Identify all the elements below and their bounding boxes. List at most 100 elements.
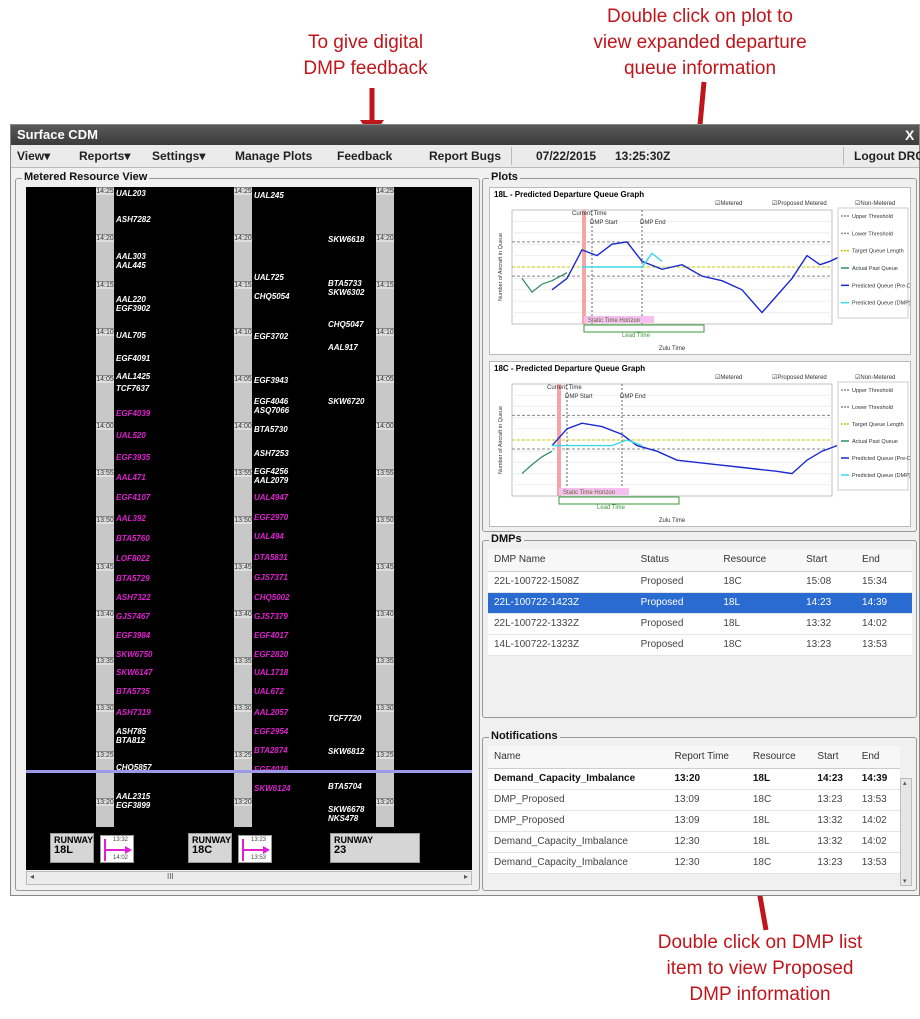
- timeline-canvas[interactable]: 14:25 14:20 14:15 14:10 14:05 14:00 13:55 13:50…: [26, 187, 472, 870]
- scroll-down-icon[interactable]: ▾: [903, 877, 907, 885]
- dmp-row-selected[interactable]: 22L-100722-1423Z Proposed 18L 14:23 14:39: [488, 592, 912, 614]
- flight-callsign[interactable]: AAL303: [116, 252, 146, 261]
- flight-callsign[interactable]: AAL445: [116, 261, 146, 270]
- column-header[interactable]: Resource: [746, 746, 812, 769]
- flight-callsign[interactable]: AAL392: [116, 514, 146, 523]
- dmp-window-indicator[interactable]: 13:23 13:53: [238, 835, 272, 863]
- menu-reports[interactable]: Reports▾: [79, 149, 130, 163]
- flight-callsign[interactable]: UAL203: [116, 189, 146, 198]
- flight-callsign[interactable]: UAL520: [116, 431, 146, 440]
- menu-settings[interactable]: Settings▾: [152, 149, 205, 163]
- column-header[interactable]: Status: [634, 549, 718, 572]
- flight-callsign[interactable]: ASQ7066: [254, 406, 289, 415]
- feedback-button[interactable]: Feedback: [337, 149, 392, 163]
- flight-callsign[interactable]: EGF4107: [116, 493, 150, 502]
- menu-view[interactable]: View▾: [17, 149, 50, 163]
- scroll-up-icon[interactable]: ▴: [903, 779, 907, 787]
- runway-label[interactable]: RUNWAY 18L: [50, 833, 94, 863]
- flight-callsign[interactable]: BTA5730: [254, 425, 288, 434]
- plot-18l[interactable]: 18L - Predicted Departure Queue Graph ☑M…: [489, 187, 911, 355]
- flight-callsign[interactable]: EGF2954: [254, 727, 288, 736]
- column-header[interactable]: Report Time: [668, 746, 747, 769]
- flight-callsign[interactable]: AAL1425: [116, 372, 150, 381]
- plot-18c[interactable]: 18C - Predicted Departure Queue Graph ☑M…: [489, 361, 911, 527]
- flight-callsign[interactable]: UAL4947: [254, 493, 288, 502]
- flight-callsign[interactable]: AAL220: [116, 295, 146, 304]
- flight-callsign[interactable]: EGF3902: [116, 304, 150, 313]
- flight-callsign[interactable]: TCF7720: [328, 714, 361, 723]
- flight-callsign[interactable]: EGF4256: [254, 467, 288, 476]
- flight-callsign[interactable]: EGF4039: [116, 409, 150, 418]
- flight-callsign[interactable]: UAL1718: [254, 668, 288, 677]
- column-header[interactable]: End: [855, 746, 900, 769]
- scroll-right-icon[interactable]: ▸: [464, 872, 468, 881]
- flight-callsign[interactable]: EGF3899: [116, 801, 150, 810]
- flight-callsign[interactable]: EGF2970: [254, 513, 288, 522]
- dmp-row[interactable]: 14L-100722-1323Z Proposed 18C 13:23 13:53: [488, 634, 912, 656]
- flight-callsign[interactable]: EGF3935: [116, 453, 150, 462]
- flight-callsign[interactable]: SKW6618: [328, 235, 364, 244]
- notification-row[interactable]: DMP_Proposed 13:09 18C 13:23 13:53: [488, 789, 900, 811]
- flight-callsign[interactable]: CHQ5047: [328, 320, 364, 329]
- flight-callsign[interactable]: EGF3702: [254, 332, 288, 341]
- runway-label[interactable]: RUNWAY 23: [330, 833, 420, 863]
- flight-callsign[interactable]: SKW6812: [328, 747, 364, 756]
- flight-callsign[interactable]: GJS7467: [116, 612, 150, 621]
- manage-plots-button[interactable]: Manage Plots: [235, 149, 312, 163]
- dmp-window-indicator[interactable]: 13:32 14:02: [100, 835, 134, 863]
- flight-callsign[interactable]: UAL245: [254, 191, 284, 200]
- column-header[interactable]: Start: [811, 746, 856, 769]
- flight-callsign[interactable]: EGF2820: [254, 650, 288, 659]
- flight-callsign[interactable]: BTA5704: [328, 782, 362, 791]
- column-header[interactable]: Name: [488, 746, 669, 769]
- flight-callsign[interactable]: SKW6302: [328, 288, 364, 297]
- flight-callsign[interactable]: TCF7637: [116, 384, 149, 393]
- flight-callsign[interactable]: SKW6147: [116, 668, 152, 677]
- flight-callsign[interactable]: ASH7319: [116, 708, 151, 717]
- flight-callsign[interactable]: SKW6678: [328, 805, 364, 814]
- column-header[interactable]: DMP Name: [488, 549, 635, 572]
- flight-callsign[interactable]: EGF4017: [254, 631, 288, 640]
- report-bugs-button[interactable]: Report Bugs: [429, 149, 501, 163]
- flight-callsign[interactable]: GJS7371: [254, 573, 288, 582]
- flight-callsign[interactable]: SKW6124: [254, 784, 290, 793]
- dmp-row[interactable]: 22L-100722-1332Z Proposed 18L 13:32 14:02: [488, 613, 912, 635]
- flight-callsign[interactable]: AAL2315: [116, 792, 150, 801]
- flight-callsign[interactable]: BTA812: [116, 736, 145, 745]
- flight-callsign[interactable]: EGF4046: [254, 397, 288, 406]
- notification-row[interactable]: Demand_Capacity_Imbalance 12:30 18C 13:23 13…: [488, 852, 900, 874]
- logout-button[interactable]: Logout DRC: [854, 149, 920, 163]
- flight-callsign[interactable]: ASH785: [116, 727, 146, 736]
- flight-callsign[interactable]: EGF4091: [116, 354, 150, 363]
- flight-callsign[interactable]: NKS478: [328, 814, 358, 823]
- flight-callsign[interactable]: GJS7379: [254, 612, 288, 621]
- flight-callsign[interactable]: BTA5735: [116, 687, 150, 696]
- flight-callsign[interactable]: BTA5733: [328, 279, 362, 288]
- flight-callsign[interactable]: BTA5760: [116, 534, 150, 543]
- flight-callsign[interactable]: SKW6720: [328, 397, 364, 406]
- flight-callsign[interactable]: SKW6750: [116, 650, 152, 659]
- notification-row[interactable]: Demand_Capacity_Imbalance 13:20 18L 14:23 14…: [488, 768, 900, 790]
- flight-callsign[interactable]: ASH7322: [116, 593, 151, 602]
- flight-callsign[interactable]: BTA5729: [116, 574, 150, 583]
- horizontal-scrollbar[interactable]: ◂ III ▸: [26, 871, 472, 885]
- flight-callsign[interactable]: LOF8022: [116, 554, 150, 563]
- scroll-thumb[interactable]: III: [167, 872, 174, 881]
- runway-label[interactable]: RUNWAY 18C: [188, 833, 232, 863]
- column-header[interactable]: Start: [800, 549, 857, 572]
- flight-callsign[interactable]: AAL917: [328, 343, 358, 352]
- scroll-left-icon[interactable]: ◂: [30, 872, 34, 881]
- flight-callsign[interactable]: ASH7253: [254, 449, 289, 458]
- flight-callsign[interactable]: EGF3943: [254, 376, 288, 385]
- vertical-scrollbar[interactable]: ▴ ▾: [900, 778, 912, 886]
- column-header[interactable]: End: [856, 549, 912, 572]
- flight-callsign[interactable]: UAL725: [254, 273, 284, 282]
- flight-callsign[interactable]: DTA5831: [254, 553, 288, 562]
- notification-row[interactable]: DMP_Proposed 13:09 18L 13:32 14:02: [488, 810, 900, 832]
- flight-callsign[interactable]: CHQ5002: [254, 593, 290, 602]
- flight-callsign[interactable]: UAL705: [116, 331, 146, 340]
- flight-callsign[interactable]: AAL471: [116, 473, 146, 482]
- notification-row[interactable]: Demand_Capacity_Imbalance 12:30 18L 13:32 14…: [488, 831, 900, 853]
- flight-callsign[interactable]: UAL494: [254, 532, 284, 541]
- flight-callsign[interactable]: AAL2079: [254, 476, 288, 485]
